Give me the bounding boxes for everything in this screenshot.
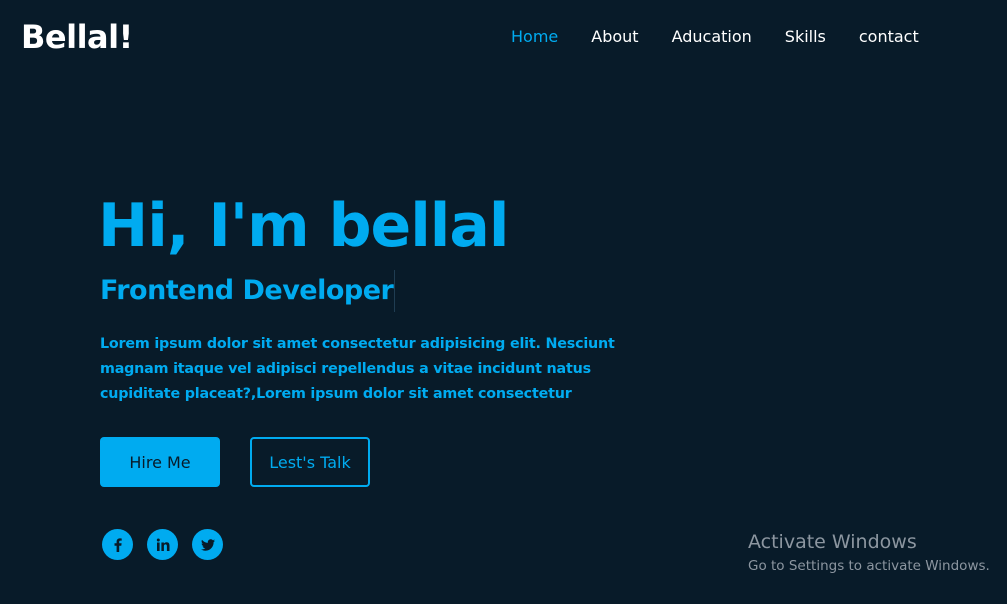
activate-windows-watermark: Activate Windows Go to Settings to activ…	[748, 530, 990, 576]
hire-me-button[interactable]: Hire Me	[100, 437, 220, 487]
typing-caret	[394, 270, 396, 312]
nav-home-link[interactable]: Home	[511, 26, 558, 48]
lets-talk-button[interactable]: Lest's Talk	[250, 437, 370, 487]
nav-skills-link[interactable]: Skills	[785, 26, 826, 48]
nav-contact-link[interactable]: contact	[859, 26, 919, 48]
site-logo[interactable]: Bellal!	[21, 15, 133, 59]
hero-title: Hi, I'm bellal	[98, 191, 509, 261]
nav-education-link[interactable]: Aducation	[672, 26, 752, 48]
hero-description: Lorem ipsum dolor sit amet consectetur a…	[100, 336, 615, 402]
hero-subtitle-text: Frontend Developer	[100, 275, 394, 306]
twitter-icon[interactable]	[192, 529, 223, 560]
main-nav: Home About Aducation Skills contact	[511, 26, 952, 48]
hero-subtitle: Frontend Developer	[100, 270, 396, 312]
linkedin-icon[interactable]	[147, 529, 178, 560]
watermark-title: Activate Windows	[748, 531, 917, 553]
twitter-glyph	[200, 538, 215, 551]
watermark-subtitle: Go to Settings to activate Windows.	[748, 558, 990, 574]
nav-about-link[interactable]: About	[591, 26, 638, 48]
social-links	[102, 529, 223, 560]
linkedin-glyph	[156, 538, 169, 551]
facebook-glyph	[114, 537, 122, 552]
facebook-icon[interactable]	[102, 529, 133, 560]
